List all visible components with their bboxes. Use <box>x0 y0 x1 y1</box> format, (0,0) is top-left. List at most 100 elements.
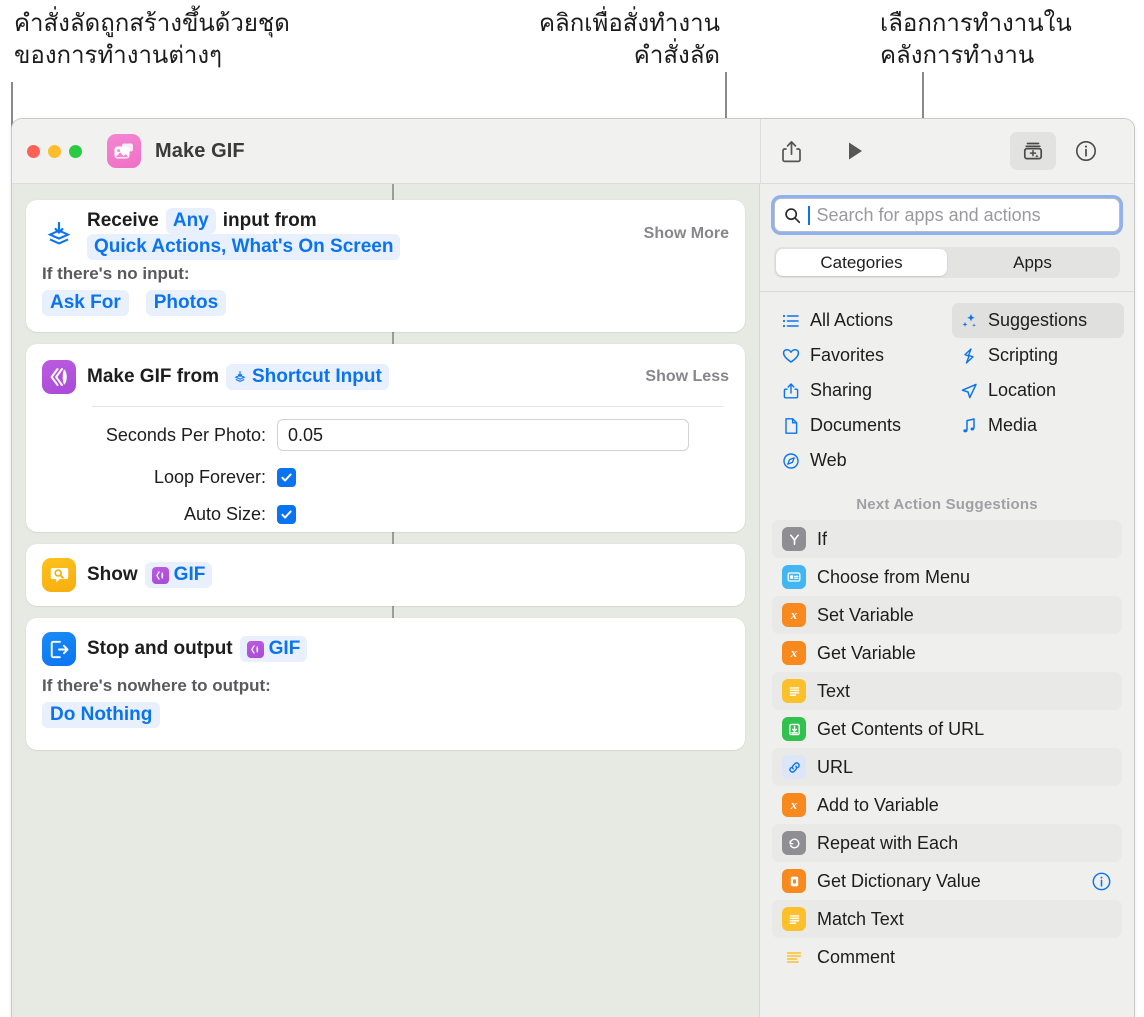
category-label: All Actions <box>810 310 893 331</box>
action-card-receive[interactable]: Receive Any input from Quick Actions, Wh… <box>26 200 745 332</box>
search-field[interactable]: Search for apps and actions <box>774 198 1120 232</box>
action-title: Make GIF from Shortcut Input <box>87 364 396 390</box>
action-library-icon[interactable] <box>1010 132 1056 170</box>
variable-icon: x <box>782 603 806 627</box>
category-web[interactable]: Web <box>774 443 946 478</box>
shortcut-input-icon <box>42 217 76 251</box>
list-item[interactable]: Text <box>772 672 1122 710</box>
action-word: Show <box>87 564 138 586</box>
param-auto-size: Auto Size: <box>26 496 745 533</box>
list-item-label: Set Variable <box>817 605 914 626</box>
action-header: Make GIF from Shortcut Input Show Less <box>26 344 745 400</box>
param-chip-shortcut-input[interactable]: Shortcut Input <box>226 364 389 390</box>
zoom-button[interactable] <box>69 145 82 158</box>
category-suggestions[interactable]: Suggestions <box>952 303 1124 338</box>
repeat-icon <box>782 831 806 855</box>
list-item-label: Comment <box>817 947 895 968</box>
photos-stack-icon <box>107 134 141 168</box>
seconds-per-photo-input[interactable]: 0.05 <box>277 419 689 451</box>
share-icon[interactable] <box>771 134 811 168</box>
if-icon <box>782 527 806 551</box>
category-label: Sharing <box>810 380 872 401</box>
play-icon[interactable] <box>835 134 875 168</box>
list-item[interactable]: If <box>772 520 1122 558</box>
action-connector <box>392 184 394 200</box>
category-media[interactable]: Media <box>952 408 1124 443</box>
info-icon[interactable] <box>1066 134 1106 168</box>
minimize-button[interactable] <box>48 145 61 158</box>
gif-icon <box>152 567 169 584</box>
dictionary-icon <box>782 869 806 893</box>
scripting-icon <box>960 347 978 365</box>
show-more-toggle[interactable]: Show More <box>632 225 729 243</box>
action-card-make-gif[interactable]: Make GIF from Shortcut Input Show Less <box>26 344 745 532</box>
show-result-icon <box>42 558 76 592</box>
window-body: Receive Any input from Quick Actions, Wh… <box>12 184 1134 1017</box>
titlebar-right <box>760 119 1134 183</box>
callout-text-left: คำสั่งลัดถูกสร้างขึ้นด้วยชุด ของการทำงาน… <box>14 8 290 71</box>
param-chip-input-source[interactable]: Quick Actions, What's On Screen <box>87 234 400 260</box>
shortcuts-window: Make GIF <box>11 118 1135 1017</box>
category-label: Location <box>988 380 1056 401</box>
list-item[interactable]: x Set Variable <box>772 596 1122 634</box>
make-gif-icon <box>42 360 76 394</box>
list-item-label: Text <box>817 681 850 702</box>
action-card-stop-and-output[interactable]: Stop and output GIF If there's nowhere t… <box>26 618 745 750</box>
list-item-label: If <box>817 529 827 550</box>
library-segmented-control[interactable]: Categories Apps <box>774 247 1120 278</box>
action-card-show[interactable]: Show GIF <box>26 544 745 606</box>
variable-icon: x <box>782 641 806 665</box>
titlebar-left: Make GIF <box>12 119 760 183</box>
window-controls[interactable] <box>27 145 82 158</box>
info-icon[interactable] <box>1091 871 1112 892</box>
list-item-label: Get Variable <box>817 643 916 664</box>
category-label: Scripting <box>988 345 1058 366</box>
list-item[interactable]: x Get Variable <box>772 634 1122 672</box>
text-cursor <box>808 206 810 225</box>
list-item[interactable]: Choose from Menu <box>772 558 1122 596</box>
no-input-label: If there's no input: <box>26 260 745 284</box>
list-item[interactable]: x Add to Variable <box>772 786 1122 824</box>
action-library-sidebar: Search for apps and actions Categories A… <box>760 184 1134 1017</box>
menu-icon <box>782 565 806 589</box>
compass-icon <box>782 452 800 470</box>
param-label: Loop Forever: <box>26 467 277 488</box>
tab-categories[interactable]: Categories <box>776 249 947 276</box>
window-titlebar: Make GIF <box>12 119 1134 184</box>
action-connector <box>392 532 394 544</box>
category-scripting[interactable]: Scripting <box>952 338 1124 373</box>
list-item[interactable]: Get Dictionary Value <box>772 862 1122 900</box>
list-item[interactable]: Repeat with Each <box>772 824 1122 862</box>
param-chip-input-type[interactable]: Any <box>166 208 216 234</box>
suggestions-list: If Choose from Menu x Set Variable x <box>760 520 1134 976</box>
variable-icon: x <box>782 793 806 817</box>
search-input[interactable]: Search for apps and actions <box>817 205 1041 226</box>
show-less-toggle[interactable]: Show Less <box>633 368 729 386</box>
action-header: Show GIF <box>26 544 745 606</box>
no-output-label: If there's nowhere to output: <box>26 672 745 696</box>
tab-apps[interactable]: Apps <box>947 249 1118 276</box>
category-location[interactable]: Location <box>952 373 1124 408</box>
text-icon <box>782 679 806 703</box>
list-item[interactable]: Get Contents of URL <box>772 710 1122 748</box>
auto-size-checkbox[interactable] <box>277 505 296 524</box>
loop-forever-checkbox[interactable] <box>277 468 296 487</box>
variable-chip-gif[interactable]: GIF <box>145 562 213 588</box>
list-item[interactable]: Comment <box>772 938 1122 976</box>
variable-chip-gif[interactable]: GIF <box>240 636 308 662</box>
text-icon <box>782 907 806 931</box>
close-button[interactable] <box>27 145 40 158</box>
category-sharing[interactable]: Sharing <box>774 373 946 408</box>
list-icon <box>782 312 800 330</box>
action-title: Show GIF <box>87 562 219 588</box>
option-chip-photos[interactable]: Photos <box>146 290 226 316</box>
option-chip-ask-for[interactable]: Ask For <box>42 290 129 316</box>
list-item-label: Add to Variable <box>817 795 939 816</box>
category-documents[interactable]: Documents <box>774 408 946 443</box>
list-item[interactable]: URL <box>772 748 1122 786</box>
list-item-label: Match Text <box>817 909 904 930</box>
category-all-actions[interactable]: All Actions <box>774 303 946 338</box>
list-item[interactable]: Match Text <box>772 900 1122 938</box>
category-favorites[interactable]: Favorites <box>774 338 946 373</box>
option-chip-do-nothing[interactable]: Do Nothing <box>42 702 160 728</box>
